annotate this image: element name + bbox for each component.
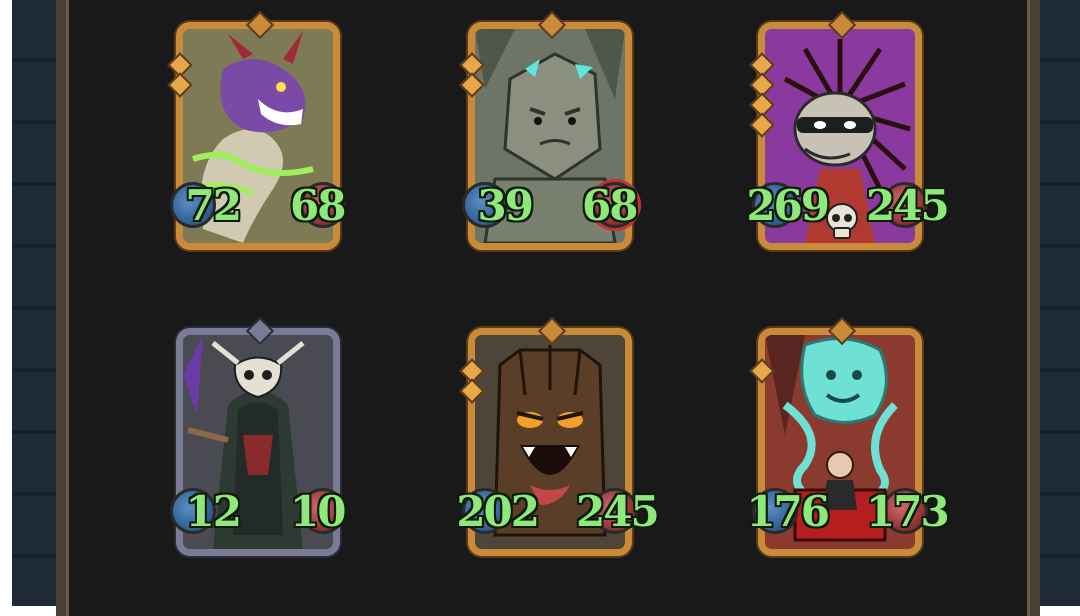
attack-value: 202 (456, 487, 540, 536)
health-value: 68 (582, 181, 638, 230)
card-skull-shaman[interactable]: 12 10 (168, 316, 348, 556)
card-masked-hedgehog[interactable]: 269 245 (746, 10, 950, 250)
attack-value: 12 (185, 487, 242, 536)
left-wall (12, 0, 56, 606)
attack-value: 39 (477, 181, 534, 230)
attack-value: 176 (746, 487, 830, 536)
card-wooden-totem[interactable]: 202 245 (456, 316, 660, 556)
health-value: 173 (866, 487, 950, 536)
attack-value: 269 (746, 181, 830, 230)
health-value: 10 (290, 487, 346, 536)
right-wall (1040, 0, 1080, 606)
skull-icon (826, 203, 858, 239)
attack-value: 72 (185, 181, 242, 230)
health-value: 68 (290, 181, 346, 230)
health-value: 245 (866, 181, 950, 230)
card-spirit-summoner[interactable]: 176 173 (746, 316, 950, 556)
card-stone-golem[interactable]: 39 68 (459, 10, 640, 250)
health-value: 245 (576, 487, 660, 536)
card-serpent-dragon[interactable]: 72 68 (167, 10, 348, 250)
